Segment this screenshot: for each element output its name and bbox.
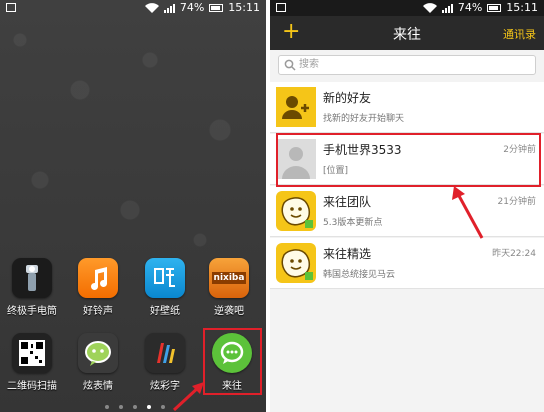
- image-notification-icon: [276, 3, 286, 12]
- nixiba-icon-text: nixiba: [211, 272, 247, 284]
- contacts-button[interactable]: 通讯录: [503, 26, 536, 42]
- app-emoticon[interactable]: 炫表情: [72, 333, 124, 392]
- list-item-conversation[interactable]: 来往团队 5.3版本更新点 21分钟前: [270, 186, 544, 237]
- notification-icons: [6, 3, 16, 12]
- laiwang-app-screen: 74% 15:11 + 来往 通讯录 搜索 新的好友 找新的好友开始聊天 手机世…: [270, 0, 544, 412]
- list-item-new-friends[interactable]: 新的好友 找新的好友开始聊天: [270, 82, 544, 133]
- app-flashlight[interactable]: 终极手电筒: [6, 258, 58, 317]
- pointer-arrow-icon: [172, 382, 204, 412]
- app-label: 好壁纸: [150, 306, 180, 317]
- qr-code-icon: [12, 333, 52, 373]
- app-nixiba[interactable]: nixiba 逆袭吧: [203, 258, 255, 317]
- title-bar: + 来往 通讯录: [270, 16, 544, 50]
- app-qr-scanner[interactable]: 二维码扫描: [6, 333, 58, 392]
- signal-icon: [163, 3, 175, 13]
- search-input[interactable]: 搜索: [278, 55, 536, 75]
- search-icon: [284, 59, 296, 71]
- clock: 15:11: [506, 1, 538, 14]
- notification-icon: [6, 3, 16, 12]
- nixiba-icon: nixiba: [209, 258, 249, 298]
- battery-percent: 74%: [457, 1, 483, 14]
- app-label: 逆袭吧: [214, 306, 244, 317]
- pointer-arrow-icon: [452, 186, 484, 239]
- conversation-name: 新的好友: [323, 91, 372, 105]
- conversation-time: 昨天22:24: [492, 249, 536, 259]
- conversation-name: 来往精选: [323, 247, 372, 261]
- battery-icon: [209, 4, 224, 12]
- music-note-icon: [78, 258, 118, 298]
- signal-icon: [441, 3, 453, 13]
- emoticon-icon: [78, 333, 118, 373]
- status-bar: 74% 15:11: [0, 0, 266, 16]
- page-indicator[interactable]: [105, 405, 165, 409]
- color-font-icon: [145, 333, 185, 373]
- wallpaper-icon: [145, 258, 185, 298]
- clock: 15:11: [228, 1, 260, 14]
- app-label: 炫表情: [83, 381, 113, 392]
- highlight-box-laiwang: [203, 328, 262, 395]
- status-bar: 74% 15:11: [270, 0, 544, 16]
- search-placeholder: 搜索: [299, 59, 319, 70]
- conversation-preview: 找新的好友开始聊天: [323, 114, 405, 124]
- app-label: 好铃声: [83, 306, 113, 317]
- conversation-name: 来往团队: [323, 195, 372, 209]
- wifi-icon: [144, 3, 159, 13]
- battery-icon: [487, 4, 502, 12]
- app-label: 二维码扫描: [7, 381, 57, 392]
- battery-percent: 74%: [179, 1, 205, 14]
- conversation-time: 21分钟前: [497, 197, 536, 207]
- add-friend-icon: [276, 87, 316, 127]
- app-label: 终极手电筒: [7, 306, 57, 317]
- app-wallpaper[interactable]: 好壁纸: [139, 258, 191, 317]
- conversation-preview: 5.3版本更新点: [323, 218, 383, 228]
- conversation-preview: 韩国总统接见马云: [323, 270, 396, 280]
- laiwang-mascot-icon: [276, 243, 316, 283]
- wifi-icon: [422, 3, 437, 13]
- highlight-box-conversation: [276, 133, 541, 187]
- app-ringtone[interactable]: 好铃声: [72, 258, 124, 317]
- laiwang-mascot-icon: [276, 191, 316, 231]
- notification-icons: [276, 3, 286, 12]
- flashlight-icon: [12, 258, 52, 298]
- list-item-conversation[interactable]: 来往精选 韩国总统接见马云 昨天22:24: [270, 238, 544, 289]
